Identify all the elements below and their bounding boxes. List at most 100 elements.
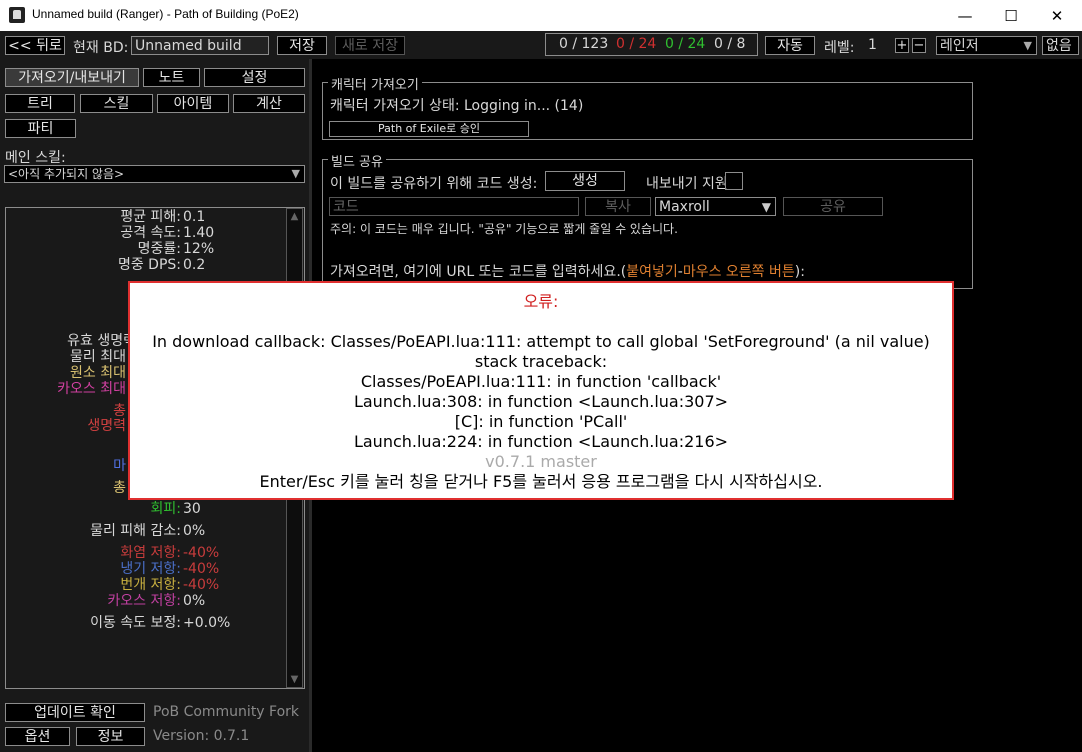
window-title: Unnamed build (Ranger) - Path of Buildin… (32, 7, 299, 21)
stat-row: 냉기 저항: -40% (6, 561, 306, 577)
save-as-button[interactable]: 새로 저장 (335, 36, 405, 55)
check-update-button[interactable]: 업데이트 확인 (5, 703, 145, 722)
tab-settings[interactable]: 설정 (204, 68, 305, 87)
stat-label: 마 (113, 458, 126, 474)
export-support-checkbox[interactable] (725, 172, 743, 190)
fork-label: PoB Community Fork (153, 704, 300, 720)
share-note: 주의: 이 코드는 매우 깁니다. "공유" 기능으로 짧게 줄일 수 있습니다… (330, 222, 678, 236)
error-title: 오류: (523, 292, 559, 311)
stat-label: 번개 저항: (120, 577, 181, 593)
stat-label: 물리 최대 (70, 349, 126, 365)
stat-row: 명중률: 12% (6, 241, 306, 257)
code-field[interactable]: 코드 (329, 197, 579, 216)
stat-value: 12% (183, 241, 215, 257)
stat-row: 카오스 저항: 0% (6, 593, 306, 609)
tab-import-export[interactable]: 가져오기/내보내기 (5, 68, 139, 87)
share-site-select[interactable]: Maxroll ▼ (655, 197, 776, 216)
main-skill-label: 메인 스킬: (5, 150, 66, 166)
main-skill-select[interactable]: <아직 추가되지 않음> ▼ (4, 165, 305, 183)
tab-calcs[interactable]: 계산 (233, 94, 305, 113)
stat-value: 0% (183, 593, 206, 609)
stat-label: 명중률: (137, 241, 181, 257)
authorize-button[interactable]: Path of Exile로 승인 (329, 121, 529, 137)
error-traceback-line: [C]: in function 'PCall' (454, 412, 628, 431)
stat-row: 화염 저항: -40% (6, 545, 306, 561)
tab-skills[interactable]: 스킬 (80, 94, 153, 113)
stat-label: 카오스 저항: (107, 593, 181, 609)
save-button[interactable]: 저장 (277, 36, 327, 55)
stat-value: 0.1 (183, 209, 206, 225)
stat-row: 물리 피해 감소: 0% (6, 523, 306, 539)
stat-label: 물리 피해 감소: (90, 523, 181, 539)
stat-value: -40% (183, 561, 220, 577)
stat-row: 번개 저항: -40% (6, 577, 306, 593)
tab-party[interactable]: 파티 (5, 119, 76, 138)
ascendancy-select[interactable]: 없음 (1042, 36, 1079, 55)
level-plus-button[interactable]: + (895, 38, 909, 53)
ascendancy-points: 0 / 8 (714, 36, 746, 52)
chevron-down-icon: ▼ (761, 200, 771, 214)
stat-row: 평균 피해: 0.1 (6, 209, 306, 225)
stat-value: 30 (183, 501, 201, 517)
error-traceback-line: Launch.lua:224: in function <Launch.lua:… (353, 432, 729, 451)
stat-row: 공격 속도: 1.40 (6, 225, 306, 241)
export-support-label: 내보내기 지원 (646, 176, 728, 192)
import-prompt-paste: 붙여넣기 (626, 264, 678, 280)
stat-label: 총 (113, 480, 126, 496)
chevron-down-icon: ▼ (1023, 39, 1032, 52)
stat-row: 회피: 30 (6, 501, 306, 517)
stat-label: 총 (113, 403, 126, 419)
window-titlebar: Unnamed build (Ranger) - Path of Buildin… (0, 0, 1082, 31)
character-import-title: 캐릭터 가져오기 (328, 74, 422, 93)
options-button[interactable]: 옵션 (5, 727, 70, 746)
error-hint: Enter/Esc 키를 눌러 칭을 닫거나 F5를 눌러서 응용 프로그램을 … (259, 472, 823, 491)
import-prompt: 가져오려면, 여기에 URL 또는 코드를 입력하세요.(붙여넣기-마우스 오른… (330, 261, 805, 281)
level-minus-button[interactable]: − (912, 38, 926, 53)
stat-value: 0.2 (183, 257, 206, 273)
stat-row: 이동 속도 보정: +0.0% (6, 615, 306, 631)
maximize-button[interactable]: ☐ (988, 0, 1034, 31)
about-button[interactable]: 정보 (76, 727, 145, 746)
import-prompt-rightclick: 마우스 오른쪽 버튼 (682, 264, 795, 280)
level-label: 레벨: (824, 40, 855, 56)
stat-label: 생명력 (87, 418, 126, 434)
error-traceback-line: Classes/PoEAPI.lua:111: in function 'cal… (360, 372, 722, 391)
main-skill-value: <아직 추가되지 않음> (8, 167, 125, 181)
minimize-button[interactable]: — (942, 0, 988, 31)
share-site-value: Maxroll (659, 199, 710, 215)
stat-label: 회피: (150, 501, 181, 517)
app-icon (9, 7, 25, 23)
stat-label: 이동 속도 보정: (90, 615, 181, 631)
level-value[interactable]: 1 (868, 37, 877, 53)
class-select[interactable]: 레인저 ▼ (936, 36, 1037, 55)
red-points: 0 / 24 (616, 36, 657, 52)
tab-notes[interactable]: 노트 (143, 68, 200, 87)
stat-row: 명중 DPS: 0.2 (6, 257, 306, 273)
back-button[interactable]: << 뒤로 (5, 36, 65, 55)
copy-button[interactable]: 복사 (585, 197, 651, 216)
error-dialog[interactable]: 오류: In download callback: Classes/PoEAPI… (128, 281, 954, 500)
stat-label: 공격 속도: (120, 225, 181, 241)
tab-items[interactable]: 아이템 (157, 94, 229, 113)
points-display: 0 / 123 0 / 24 0 / 24 0 / 8 (545, 33, 758, 56)
stat-value: -40% (183, 545, 220, 561)
stat-label: 명중 DPS: (117, 257, 181, 273)
auto-level-button[interactable]: 자동 (765, 36, 815, 55)
import-status: 캐릭터 가져오기 상태: Logging in... (14) (330, 98, 584, 114)
generate-button[interactable]: 생성 (545, 171, 625, 191)
error-traceback-line: Launch.lua:308: in function <Launch.lua:… (353, 392, 729, 411)
current-build-label: 현재 BD: (73, 40, 129, 56)
build-share-title: 빌드 공유 (328, 151, 386, 170)
stat-label: 원소 최대 (70, 365, 126, 381)
share-button[interactable]: 공유 (783, 197, 883, 216)
passive-points: 0 / 123 (559, 36, 609, 52)
close-window-button[interactable]: ✕ (1034, 0, 1080, 31)
version-label: Version: 0.7.1 (153, 728, 250, 744)
error-message: In download callback: Classes/PoEAPI.lua… (152, 332, 930, 351)
tab-tree[interactable]: 트리 (5, 94, 75, 113)
stat-label: 카오스 최대 (57, 381, 126, 397)
scroll-down-icon[interactable]: ▼ (287, 672, 302, 687)
error-version: v0.7.1 master (485, 452, 597, 471)
stat-value: +0.0% (183, 615, 231, 631)
build-name-field[interactable]: Unnamed build (131, 36, 269, 55)
